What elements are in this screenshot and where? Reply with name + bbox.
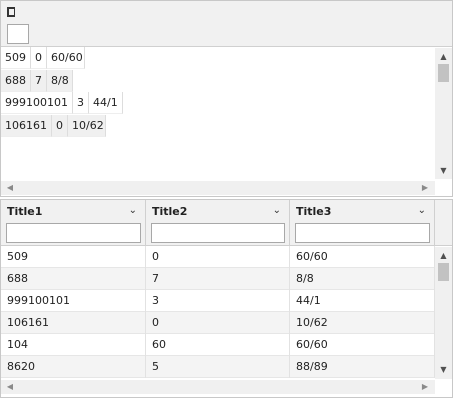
table-cell: 3 <box>146 290 290 312</box>
table-row[interactable]: 509 0 60/60 <box>1 246 435 268</box>
top-cell: 0 <box>31 47 47 69</box>
top-rows: 509 0 60/60 688 7 8/8 999100101 3 44/1 1… <box>1 47 434 137</box>
table-row[interactable]: 999100101 3 44/1 <box>1 290 435 312</box>
top-panel: 509 0 60/60 688 7 8/8 999100101 3 44/1 1… <box>0 0 453 197</box>
table-cell: 5 <box>146 356 290 378</box>
column-header-title3[interactable]: Title3 ⌄ <box>290 200 435 246</box>
top-row[interactable]: 688 7 8/8 <box>1 69 434 93</box>
scroll-right-icon[interactable]: ▶ <box>418 380 432 394</box>
top-cell: 509 <box>1 47 31 69</box>
top-cell: 999100101 <box>1 92 73 114</box>
table-cell: 104 <box>1 334 146 356</box>
table-cell: 60/60 <box>290 334 435 356</box>
top-row[interactable]: 509 0 60/60 <box>1 47 434 70</box>
scroll-up-icon[interactable]: ▲ <box>435 249 452 263</box>
chevron-down-icon[interactable]: ⌄ <box>273 205 281 216</box>
column-title: Title1 <box>7 205 43 218</box>
top-vertical-scrollbar[interactable]: ▲ ▼ <box>435 48 452 179</box>
table-cell: 10/62 <box>290 312 435 334</box>
grid-menu-icon[interactable] <box>7 7 15 17</box>
table-row[interactable]: 104 60 60/60 <box>1 334 435 356</box>
column-title: Title2 <box>152 205 188 218</box>
table-cell: 44/1 <box>290 290 435 312</box>
scroll-down-icon[interactable]: ▼ <box>435 363 452 377</box>
table-cell: 106161 <box>1 312 146 334</box>
table-cell: 8/8 <box>290 268 435 290</box>
top-cell: 60/60 <box>47 47 85 69</box>
top-cell: 44/1 <box>89 92 123 114</box>
top-cell: 8/8 <box>47 69 73 92</box>
top-cell: 106161 <box>1 114 52 137</box>
grid-vertical-scrollbar[interactable]: ▲ ▼ <box>435 247 452 379</box>
top-cell: 7 <box>31 69 47 92</box>
scroll-thumb[interactable] <box>438 64 449 82</box>
scroll-left-icon[interactable]: ◀ <box>3 181 17 195</box>
table-cell: 999100101 <box>1 290 146 312</box>
table-cell: 0 <box>146 246 290 268</box>
top-cell: 10/62 <box>68 114 106 137</box>
scroll-left-icon[interactable]: ◀ <box>3 380 17 394</box>
grid-body: 509 0 60/60 688 7 8/8 999100101 3 44/1 1… <box>1 246 435 378</box>
title3-filter-input[interactable] <box>295 223 430 243</box>
top-row[interactable]: 999100101 3 44/1 <box>1 92 434 115</box>
column-header-title2[interactable]: Title2 ⌄ <box>146 200 290 246</box>
title1-filter-input[interactable] <box>6 223 141 243</box>
scroll-up-icon[interactable]: ▲ <box>435 50 452 64</box>
column-title: Title3 <box>296 205 332 218</box>
top-cell: 3 <box>73 92 89 114</box>
table-row[interactable]: 106161 0 10/62 <box>1 312 435 334</box>
top-cell: 0 <box>52 114 68 137</box>
column-header-title1[interactable]: Title1 ⌄ <box>1 200 146 246</box>
table-cell: 60 <box>146 334 290 356</box>
chevron-down-icon[interactable]: ⌄ <box>129 205 137 216</box>
data-grid: Title1 ⌄ Title2 ⌄ Title3 ⌄ 509 0 60/60 6… <box>0 199 453 398</box>
top-cell: 688 <box>1 69 31 92</box>
table-cell: 8620 <box>1 356 146 378</box>
top-horizontal-scrollbar[interactable]: ◀ ▶ <box>1 181 435 195</box>
top-toolbar <box>1 1 452 47</box>
table-cell: 0 <box>146 312 290 334</box>
table-row[interactable]: 688 7 8/8 <box>1 268 435 290</box>
grid-horizontal-scrollbar[interactable]: ◀ ▶ <box>1 380 435 394</box>
table-cell: 7 <box>146 268 290 290</box>
table-cell: 88/89 <box>290 356 435 378</box>
table-row[interactable]: 8620 5 88/89 <box>1 356 435 378</box>
chevron-down-icon[interactable]: ⌄ <box>418 205 426 216</box>
table-cell: 688 <box>1 268 146 290</box>
grid-header: Title1 ⌄ Title2 ⌄ Title3 ⌄ <box>1 200 452 246</box>
top-row[interactable]: 106161 0 10/62 <box>1 114 434 138</box>
title2-filter-input[interactable] <box>151 223 285 243</box>
scroll-down-icon[interactable]: ▼ <box>435 164 452 178</box>
table-cell: 60/60 <box>290 246 435 268</box>
scroll-thumb[interactable] <box>438 263 449 281</box>
scroll-right-icon[interactable]: ▶ <box>418 181 432 195</box>
select-all-checkbox[interactable] <box>7 24 29 44</box>
table-cell: 509 <box>1 246 146 268</box>
